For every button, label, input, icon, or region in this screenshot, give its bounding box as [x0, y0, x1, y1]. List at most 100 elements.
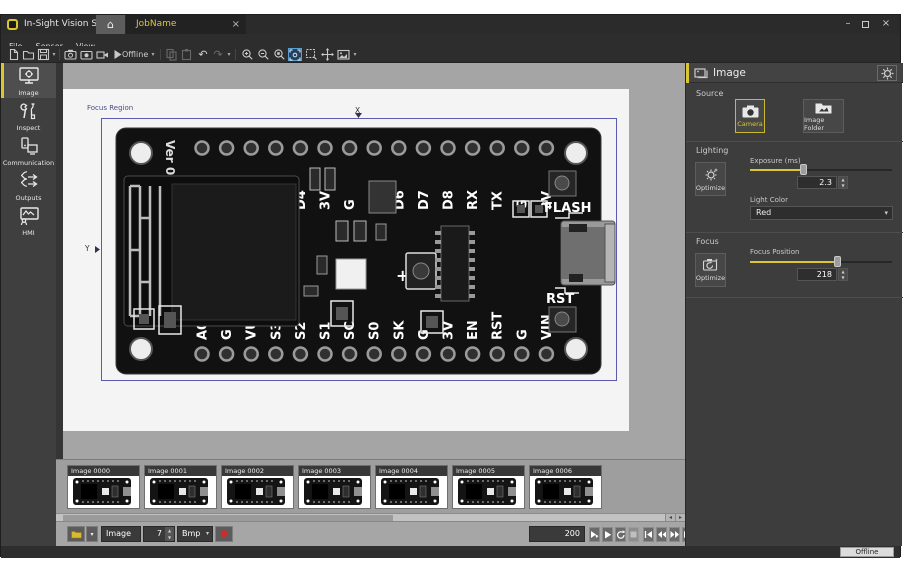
slider-thumb[interactable]	[800, 164, 807, 175]
save-job-button[interactable]	[36, 48, 50, 61]
close-button[interactable]: ×	[878, 15, 894, 34]
zoom-in-button[interactable]	[240, 48, 254, 61]
maximize-button[interactable]	[858, 15, 874, 34]
file-group-caret-icon[interactable]: ▾	[50, 48, 58, 61]
record-button[interactable]: ●	[215, 526, 233, 542]
filmstrip: Image 0000 Image 0001	[56, 459, 685, 513]
folder-caret-button[interactable]: ▾	[86, 526, 98, 542]
exposure-value-field[interactable]: 2.3	[797, 176, 837, 189]
redo-button[interactable]: ↷	[211, 48, 225, 61]
trigger-camera-button[interactable]	[79, 48, 93, 61]
exposure-spinner[interactable]: ▲▼	[838, 176, 848, 189]
copy-button[interactable]	[164, 48, 178, 61]
sidebar-item-label: HMI	[1, 229, 56, 237]
sidebar-item-outputs[interactable]: Outputs	[1, 168, 56, 203]
loop-button[interactable]	[615, 527, 626, 542]
paste-button[interactable]	[179, 48, 193, 61]
thumbnail-label: Image 0001	[145, 466, 216, 476]
pin-hole	[343, 348, 356, 361]
filmstrip-thumbnail[interactable]: Image 0001	[144, 465, 217, 509]
play-button[interactable]	[602, 527, 613, 542]
source-section-label: Source	[696, 89, 723, 98]
pin-label: TX	[491, 191, 506, 210]
flash-label: FLASH	[544, 201, 591, 216]
pin-hole	[392, 142, 405, 155]
settings-button[interactable]	[877, 65, 897, 81]
home-icon: ⌂	[107, 18, 114, 31]
play-trigger-button[interactable]	[589, 527, 600, 542]
image-canvas[interactable]: Focus Region X Y D0D1D2D3D43VGD5D6D7D8RX…	[56, 63, 685, 459]
pin-hole	[294, 348, 307, 361]
playback-bar: ▾ Image 7 ▲▼ Bmp ▾ ● Delay (ms): 200	[56, 521, 685, 546]
focus-position-spinner[interactable]: ▲▼	[838, 268, 848, 281]
pin-hole	[368, 142, 381, 155]
job-tab-label: JobName	[136, 15, 176, 34]
light-color-dropdown[interactable]: Red ▾	[750, 206, 893, 220]
job-tab[interactable]: JobName ×	[126, 15, 246, 34]
record-folder-button[interactable]	[67, 526, 85, 542]
home-tab[interactable]: ⌂	[96, 15, 125, 34]
frame-spinner[interactable]: ▲▼	[165, 527, 174, 541]
pin-label: EN	[466, 320, 481, 340]
pin-hole	[466, 142, 479, 155]
run-group-caret-icon[interactable]: ▾	[149, 48, 157, 61]
hmi-monitor-icon	[1, 206, 56, 226]
pin-hole	[417, 142, 430, 155]
image-folder-source-button[interactable]: Image Folder	[803, 99, 844, 133]
thumbnail-pcb-image	[222, 476, 293, 508]
first-frame-button[interactable]	[643, 527, 654, 542]
acquired-image[interactable]: Focus Region X Y D0D1D2D3D43VGD5D6D7D8RX…	[63, 89, 629, 431]
pan-button[interactable]	[320, 48, 334, 61]
next-frame-button[interactable]	[669, 527, 680, 542]
zoom-group-caret-icon[interactable]: ▾	[351, 48, 359, 61]
slider-thumb[interactable]	[834, 256, 841, 267]
sidebar-item-inspect[interactable]: Inspect	[1, 98, 56, 133]
open-job-button[interactable]	[21, 48, 35, 61]
live-video-button[interactable]	[63, 48, 77, 61]
display-options-button[interactable]	[336, 48, 350, 61]
filmstrip-thumbnail[interactable]: Image 0002	[221, 465, 294, 509]
frame-number-stepper[interactable]: 7 ▲▼	[143, 526, 175, 542]
filmstrip-thumbnail[interactable]: Image 0005	[452, 465, 525, 509]
zoom-region-button[interactable]	[304, 48, 318, 61]
undo-group-caret-icon[interactable]: ▾	[225, 48, 233, 61]
zoom-fit-button[interactable]	[288, 48, 302, 61]
section-divider	[686, 297, 903, 298]
tools-icon	[1, 101, 56, 121]
focus-position-slider[interactable]	[750, 261, 892, 263]
undo-button[interactable]: ↶	[196, 48, 210, 61]
app-logo-icon	[7, 19, 18, 30]
sidebar-item-hmi[interactable]: HMI	[1, 203, 56, 238]
thumbnail-pcb-image	[376, 476, 447, 508]
filmstrip-thumbnail[interactable]: Image 0000	[67, 465, 140, 509]
lighting-optimize-button[interactable]: Optimize	[695, 162, 726, 196]
new-job-button[interactable]	[6, 48, 20, 61]
minimize-button[interactable]: –	[840, 15, 856, 34]
camera-source-button[interactable]: Camera	[735, 99, 765, 133]
exposure-slider[interactable]	[750, 169, 892, 171]
job-tab-close-icon[interactable]: ×	[232, 15, 240, 34]
format-dropdown[interactable]: Bmp ▾	[177, 526, 213, 542]
focus-optimize-button[interactable]: Optimize	[695, 253, 726, 287]
axis-y-label: Y	[85, 244, 90, 253]
format-caret-icon: ▾	[206, 527, 209, 541]
sidebar-item-communication[interactable]: Communication	[1, 133, 56, 168]
record-name-field[interactable]: Image	[101, 526, 141, 542]
focus-position-value-field[interactable]: 218	[797, 268, 837, 281]
exposure-label: Exposure (ms)	[750, 157, 801, 165]
zoom-actual-button[interactable]	[272, 48, 286, 61]
delay-field[interactable]: 200	[529, 526, 585, 542]
offline-status-button[interactable]: Offline	[840, 547, 894, 557]
sidebar-item-image[interactable]: Image	[1, 63, 56, 98]
zoom-out-button[interactable]	[256, 48, 270, 61]
filmstrip-thumbnail[interactable]: Image 0006	[529, 465, 602, 509]
filmstrip-thumbnail[interactable]: Image 0003	[298, 465, 371, 509]
filmstrip-thumbnail[interactable]: Image 0004	[375, 465, 448, 509]
filmstrip-scrollbar[interactable]: ◂ ▸	[56, 513, 685, 521]
stop-button[interactable]	[628, 527, 639, 542]
record-video-button[interactable]	[95, 48, 109, 61]
thumbnail-pcb-image	[530, 476, 601, 508]
dropdown-caret-icon: ▾	[884, 207, 888, 219]
panel-accent-bar	[686, 63, 689, 83]
previous-frame-button[interactable]	[656, 527, 667, 542]
